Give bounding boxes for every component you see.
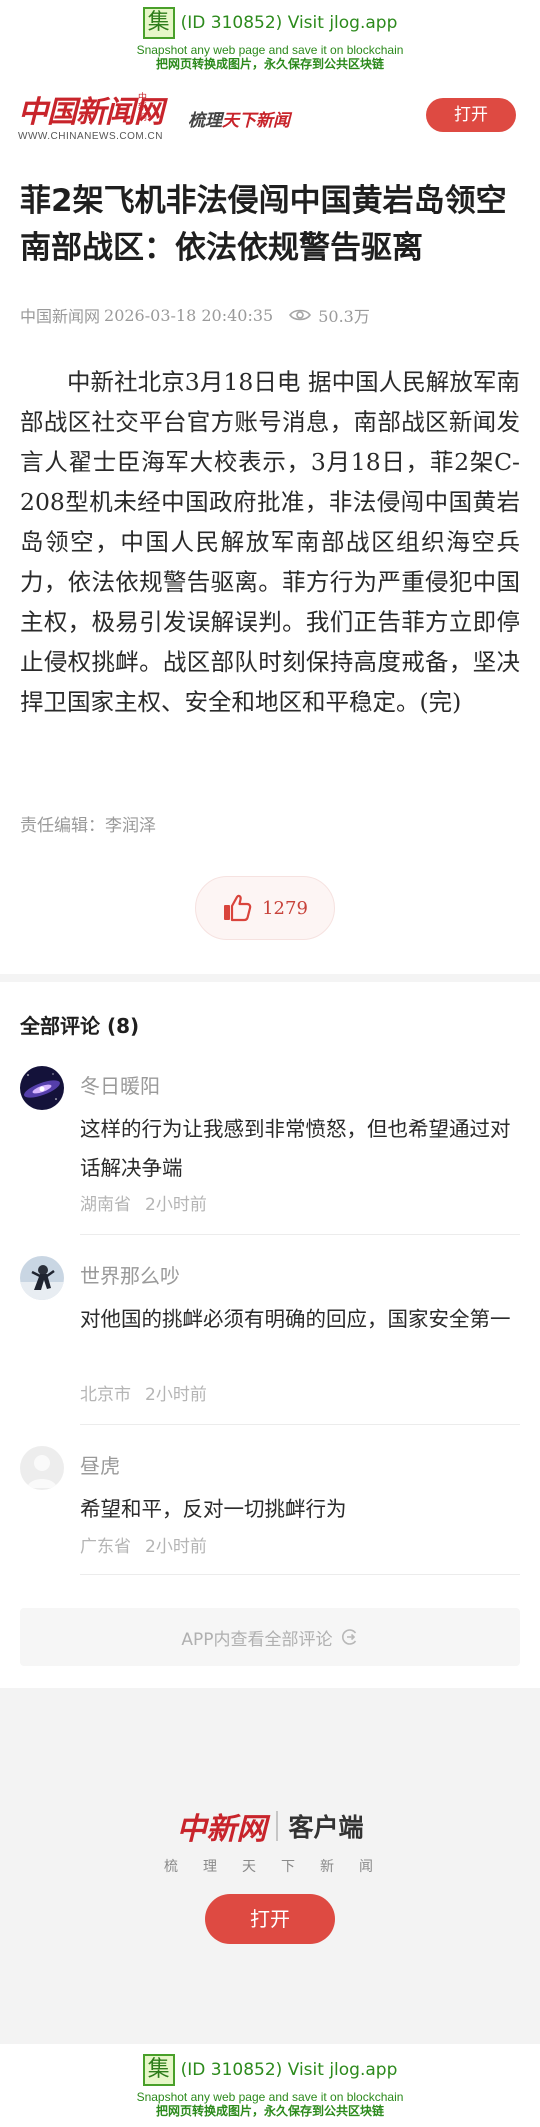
- comment-location: 广东省: [80, 1537, 131, 1557]
- comment-author[interactable]: 冬日暖阳: [80, 1070, 160, 1099]
- site-logo-small-text: 中新网: [138, 92, 148, 122]
- like-button[interactable]: 1279: [195, 876, 335, 940]
- open-app-button[interactable]: 打开: [426, 98, 516, 132]
- site-logo-url: WWW.CHINANEWS.COM.CN: [18, 131, 163, 142]
- app-promo-logo-divider: [276, 1811, 279, 1841]
- site-slogan: 梳理天下新闻: [188, 106, 290, 131]
- comment-separator: [80, 1424, 520, 1425]
- jlog-title-row: 集 (ID 310852) Visit jlog.app: [0, 7, 540, 39]
- app-promo-section: 中新网 客户端 梳理天下新闻 打开: [0, 1688, 540, 2044]
- section-divider: [0, 974, 540, 982]
- comment-author[interactable]: 世界那么吵: [80, 1260, 180, 1289]
- galaxy-avatar-icon: [20, 1066, 64, 1110]
- comment-text: 这样的行为让我感到非常愤怒，但也希望通过对话解决争端: [80, 1117, 511, 1180]
- jlog-english-line: Snapshot any web page and save it on blo…: [136, 43, 404, 57]
- jlog-banner-bottom[interactable]: 集 (ID 310852) Visit jlog.app Snapshot an…: [0, 2047, 540, 2127]
- article-meta: 中国新闻网 2026-03-18 20:40:35 50.3万: [20, 303, 370, 327]
- comment-separator: [80, 1574, 520, 1575]
- app-promo-logo-text: 中新网: [176, 1812, 267, 1847]
- jlog-logo-icon: 集: [142, 2054, 175, 2086]
- jlog-id-text[interactable]: (ID 310852) Visit jlog.app: [181, 13, 398, 33]
- comment-text: 希望和平，反对一切挑衅行为: [80, 1497, 347, 1521]
- view-all-label: APP内查看全部评论: [181, 1629, 333, 1650]
- comment-item: 冬日暖阳 这样的行为让我感到非常愤怒，但也希望通过对话解决争端 湖南省 2小时前: [20, 1066, 520, 1236]
- slogan-part-a: 梳理: [188, 111, 222, 131]
- eye-icon: [289, 309, 312, 321]
- article-editor: 责任编辑：李润泽: [20, 816, 156, 836]
- like-count: 1279: [262, 897, 308, 919]
- comment-footer: 广东省 2小时前: [80, 1532, 207, 1557]
- thumbs-up-icon: [224, 894, 252, 922]
- jlog-chinese-line: 把网页转换成图片，永久保存到公共区块链: [155, 57, 384, 71]
- view-all-comments-button[interactable]: APP内查看全部评论: [20, 1608, 520, 1666]
- comment-time: 2小时前: [145, 1537, 207, 1557]
- jlog-title-row: 集 (ID 310852) Visit jlog.app: [0, 2054, 540, 2086]
- jlog-id-text[interactable]: (ID 310852) Visit jlog.app: [181, 2060, 398, 2080]
- jlog-logo-icon: 集: [142, 7, 175, 39]
- person-photo-avatar-icon: [20, 1256, 64, 1300]
- arrow-circle-icon: [341, 1629, 356, 1645]
- article-datetime: 2026-03-18 20:40:35: [104, 305, 274, 325]
- avatar: [20, 1256, 64, 1300]
- article-body: 中新社北京3月18日电 据中国人民解放军南部战区社交平台官方账号消息，南部战区新…: [20, 368, 520, 716]
- app-promo-client-label: 客户端: [288, 1813, 364, 1842]
- comment-location: 湖南省: [80, 1195, 131, 1215]
- comment-footer: 北京市 2小时前: [80, 1380, 207, 1405]
- article-title: 菲2架飞机非法侵闯中国黄岩岛领空 南部战区：依法依规警告驱离: [20, 183, 507, 266]
- slogan-part-b: 天下新闻: [222, 111, 290, 131]
- comment-item: 世界那么吵 对他国的挑衅必须有明确的回应，国家安全第一 北京市 2小时前: [20, 1256, 520, 1426]
- comment-time: 2小时前: [145, 1385, 207, 1405]
- comment-separator: [80, 1234, 520, 1235]
- jlog-banner-top[interactable]: 集 (ID 310852) Visit jlog.app Snapshot an…: [0, 0, 540, 80]
- default-user-avatar-icon: [20, 1446, 64, 1490]
- avatar: [20, 1066, 64, 1110]
- comment-text: 对他国的挑衅必须有明确的回应，国家安全第一: [80, 1307, 511, 1331]
- app-promo-logo: 中新网 客户端: [0, 1804, 540, 1848]
- comment-author[interactable]: 昼虎: [80, 1450, 120, 1479]
- avatar: [20, 1446, 64, 1490]
- comment-time: 2小时前: [145, 1195, 207, 1215]
- site-header: 中国新闻网 WWW.CHINANEWS.COM.CN 中新网 梳理天下新闻 打开: [0, 88, 540, 150]
- jlog-english-line: Snapshot any web page and save it on blo…: [136, 2090, 404, 2104]
- article-view-count: 50.3万: [318, 307, 370, 326]
- comments-header: 全部评论 (8): [20, 1014, 140, 1038]
- article-views: 50.3万: [289, 303, 370, 327]
- app-promo-tagline: 梳理天下新闻: [164, 1859, 398, 1875]
- comment-item: 昼虎 希望和平，反对一切挑衅行为 广东省 2小时前: [20, 1446, 520, 1576]
- comment-footer: 湖南省 2小时前: [80, 1190, 207, 1215]
- app-promo-open-button[interactable]: 打开: [205, 1894, 335, 1944]
- jlog-chinese-line: 把网页转换成图片，永久保存到公共区块链: [155, 2104, 384, 2118]
- comment-location: 北京市: [80, 1385, 131, 1405]
- article-source: 中国新闻网: [20, 307, 101, 326]
